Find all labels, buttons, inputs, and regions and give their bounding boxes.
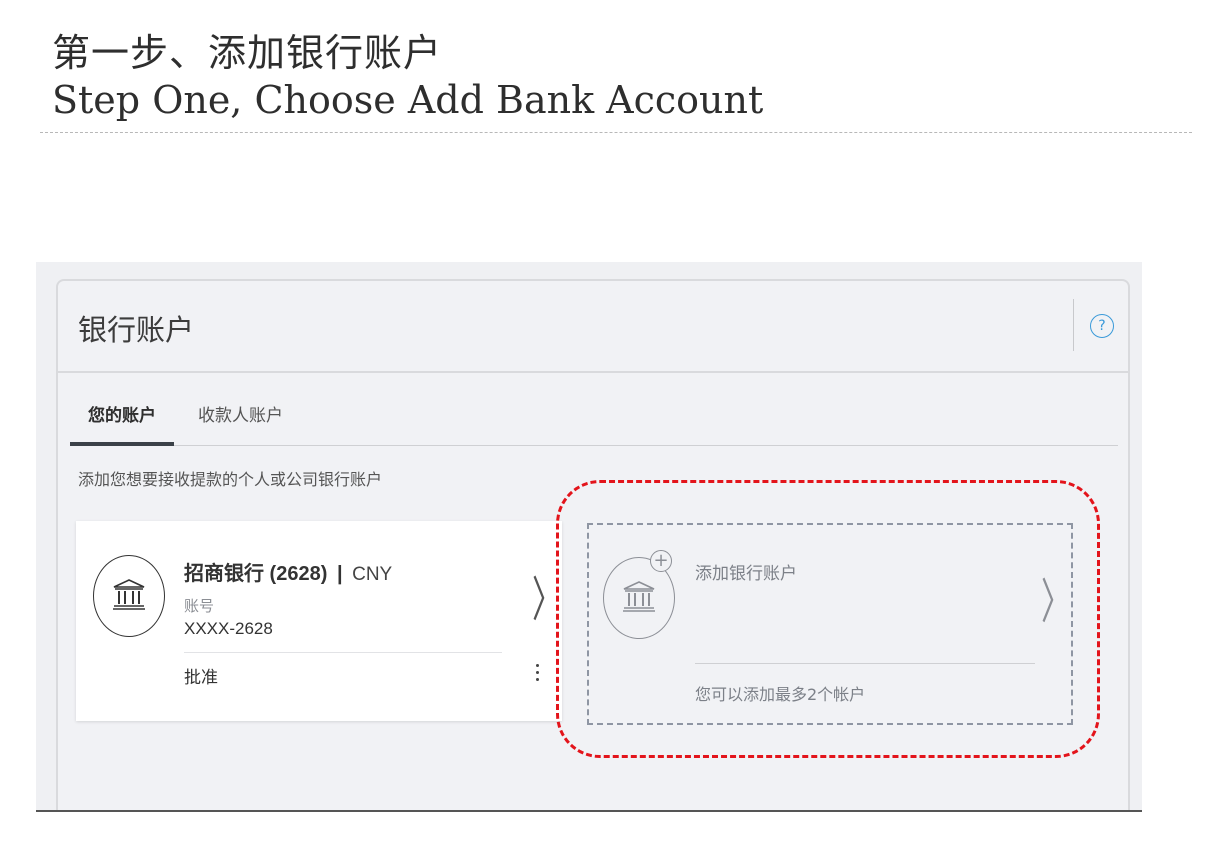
heading-divider	[40, 132, 1192, 133]
account-divider	[184, 652, 502, 653]
add-account-limit-note: 您可以添加最多2个帐户	[695, 685, 866, 704]
bank-add-icon: +	[603, 550, 675, 639]
bank-account-screenshot: 银行账户 ? 您的账户 收款人账户 添加您想要接收提款的个人或公司银行账户 招商…	[36, 262, 1142, 812]
account-number: XXXX-2628	[184, 619, 273, 638]
bank-icon	[93, 555, 165, 637]
help-icon[interactable]: ?	[1090, 314, 1114, 338]
instruction-text: 添加您想要接收提款的个人或公司银行账户	[78, 470, 383, 489]
name-separator: |	[336, 563, 343, 585]
slide-title-cn: 第一步、添加银行账户	[52, 31, 443, 75]
account-card[interactable]: 招商银行 (2628) | CNY 账号 XXXX-2628 批准 〉	[76, 521, 562, 721]
slide-title-en: Step One, Choose Add Bank Account	[52, 78, 764, 122]
add-bank-account-button[interactable]: + 添加银行账户 〉 您可以添加最多2个帐户	[587, 523, 1073, 725]
add-account-title: 添加银行账户	[695, 564, 797, 584]
account-name: 招商银行 (2628) | CNY	[184, 557, 392, 586]
chevron-right-icon[interactable]: 〉	[532, 560, 562, 630]
tab-payee-accounts[interactable]: 收款人账户	[180, 401, 301, 444]
panel-header: 银行账户 ?	[58, 281, 1128, 373]
account-status: 批准	[184, 668, 218, 688]
bank-accounts-panel: 银行账户 ? 您的账户 收款人账户 添加您想要接收提款的个人或公司银行账户 招商…	[56, 279, 1130, 810]
header-divider	[1073, 299, 1074, 351]
panel-title: 银行账户	[78, 313, 195, 347]
bank-name: 招商银行 (2628)	[184, 563, 328, 585]
account-currency: CNY	[352, 564, 393, 585]
account-number-label: 账号	[184, 597, 215, 615]
tab-your-accounts[interactable]: 您的账户	[70, 401, 174, 446]
more-options-icon[interactable]	[532, 664, 542, 688]
account-tabs: 您的账户 收款人账户	[70, 391, 1118, 446]
plus-icon: +	[650, 550, 672, 572]
chevron-right-icon[interactable]: 〉	[1041, 562, 1071, 632]
add-card-divider	[695, 663, 1035, 664]
